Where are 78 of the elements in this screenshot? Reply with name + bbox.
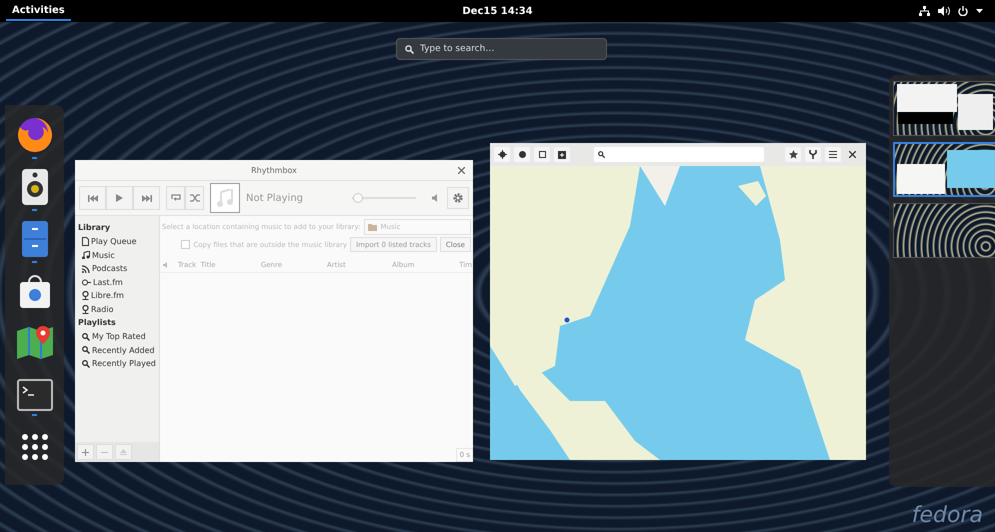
search-field[interactable]: Type to search… — [396, 38, 607, 60]
terminal-icon[interactable] — [16, 378, 52, 410]
print-button[interactable] — [534, 147, 550, 162]
antenna-icon — [82, 304, 89, 314]
play-button[interactable] — [106, 186, 133, 210]
slider-thumb[interactable] — [353, 193, 364, 203]
search-field[interactable] — [594, 147, 764, 162]
search-icon — [82, 332, 90, 341]
star-icon — [788, 150, 798, 159]
fox-globe-icon[interactable] — [16, 116, 54, 154]
next-button[interactable] — [133, 186, 160, 210]
window-title: Rhythmbox — [251, 166, 297, 174]
shopping-bag-icon[interactable] — [18, 272, 52, 308]
power-icon[interactable] — [958, 6, 968, 16]
locate-button[interactable] — [494, 147, 510, 162]
volume-icon[interactable] — [938, 6, 950, 16]
activities-button[interactable]: Activities — [6, 2, 71, 20]
repeat-button[interactable] — [166, 186, 185, 210]
workspace-thumbnail[interactable] — [893, 81, 995, 136]
add-button[interactable] — [77, 444, 94, 460]
now-playing-label: Not Playing — [246, 192, 304, 204]
search-icon — [598, 151, 605, 158]
speaker-icon — [163, 262, 170, 268]
sidebar-heading: Playlists — [78, 318, 117, 327]
folder-icon — [368, 224, 377, 230]
music-note-icon — [217, 189, 233, 207]
search-icon — [405, 45, 414, 54]
sidebar-item[interactable]: Play Queue — [78, 235, 156, 248]
map-pin-icon[interactable] — [16, 324, 54, 360]
menu-icon — [829, 151, 837, 158]
sidebar-item[interactable]: My Top Rated — [78, 330, 156, 344]
eject-icon — [120, 449, 127, 455]
layers-button[interactable] — [514, 147, 530, 162]
network-icon[interactable] — [919, 6, 930, 16]
favorites-button[interactable] — [785, 147, 801, 162]
repeat-icon — [170, 194, 180, 202]
speaker-icon[interactable] — [20, 168, 48, 206]
sidebar-item[interactable]: Radio — [78, 302, 156, 316]
settings-icon — [452, 192, 464, 204]
wallpaper-logo: fedora — [912, 503, 983, 528]
document-icon — [82, 237, 89, 246]
fork-icon — [809, 150, 817, 159]
shuffle-button[interactable] — [185, 186, 204, 210]
workspace-thumbnail[interactable] — [893, 203, 995, 258]
square-icon — [538, 151, 546, 158]
settings-button[interactable] — [447, 187, 469, 209]
sidebar-item[interactable]: Music — [78, 248, 156, 262]
music-note-icon — [82, 251, 90, 260]
share-button[interactable] — [554, 147, 570, 162]
sidebar-heading: Library — [78, 223, 112, 232]
menu-button[interactable] — [825, 147, 841, 162]
clock[interactable]: Dec15 14:34 — [462, 6, 533, 16]
feed-icon — [82, 264, 90, 273]
file-cabinet-icon[interactable] — [20, 220, 48, 258]
antenna-icon — [82, 291, 89, 300]
search-icon — [82, 346, 90, 354]
checkbox[interactable] — [181, 240, 190, 249]
workspace-thumbnail[interactable] — [893, 142, 995, 197]
caret-icon[interactable] — [976, 9, 983, 13]
square-icon — [558, 150, 566, 158]
search-icon — [82, 360, 90, 368]
close-icon[interactable] — [458, 166, 465, 174]
sidebar-item[interactable]: Podcasts — [78, 262, 156, 276]
play-icon — [116, 194, 123, 202]
shuffle-icon — [190, 194, 200, 202]
plus-icon — [82, 448, 89, 456]
sidebar-item[interactable]: Libre.fm — [78, 289, 156, 302]
crosshair-icon — [498, 150, 506, 159]
sidebar-item[interactable]: Recently Played — [78, 357, 156, 370]
previous-button[interactable] — [79, 186, 106, 210]
sidebar-item[interactable]: Last.fm — [78, 276, 156, 289]
dot-icon — [518, 151, 526, 158]
app-grid-icon[interactable] — [20, 432, 48, 460]
previous-icon — [88, 194, 98, 202]
route-button[interactable] — [805, 147, 821, 162]
next-icon — [142, 194, 152, 202]
sidebar-item[interactable]: Recently Added — [78, 344, 156, 357]
close-icon[interactable] — [849, 151, 856, 158]
